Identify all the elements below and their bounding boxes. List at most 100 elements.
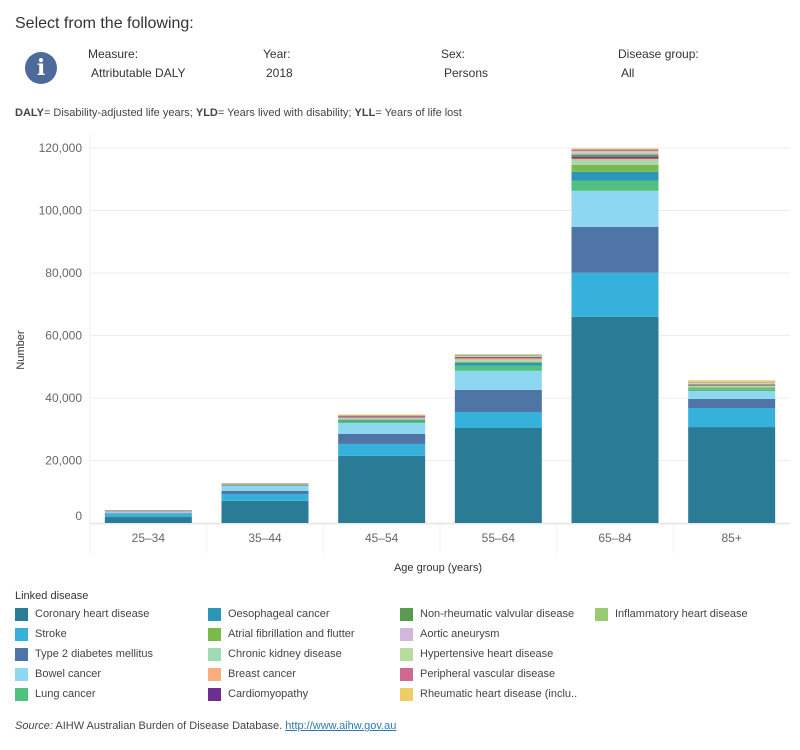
bar-segment[interactable] xyxy=(104,513,192,515)
legend-item[interactable]: Bowel cancer xyxy=(15,664,153,684)
filter-measure[interactable]: Measure: Attributable DALY xyxy=(88,47,186,80)
bar-segment[interactable] xyxy=(688,387,776,390)
bar-segment[interactable] xyxy=(338,415,426,416)
bar-segment[interactable] xyxy=(688,389,776,392)
bar-segment[interactable] xyxy=(571,164,659,172)
bar-segment[interactable] xyxy=(338,421,426,423)
bar-segment[interactable] xyxy=(571,180,659,191)
legend-label: Cardiomyopathy xyxy=(228,688,309,700)
bar-segment[interactable] xyxy=(571,160,659,165)
bar-segment[interactable] xyxy=(571,157,659,159)
bar-segment[interactable] xyxy=(688,386,776,388)
bar-segment[interactable] xyxy=(571,151,659,153)
bar-segment[interactable] xyxy=(571,152,659,155)
bar-segment[interactable] xyxy=(571,272,659,317)
bar-segment[interactable] xyxy=(688,389,776,390)
bar-segment[interactable] xyxy=(338,455,426,523)
bar-segment[interactable] xyxy=(571,149,659,152)
bar-segment[interactable] xyxy=(688,380,776,382)
filter-sex-value[interactable]: Persons xyxy=(441,66,488,80)
bar-segment[interactable] xyxy=(571,226,659,273)
bar-segment[interactable] xyxy=(688,384,776,386)
legend-item[interactable]: Chronic kidney disease xyxy=(208,644,355,664)
legend-item[interactable]: Lung cancer xyxy=(15,684,153,704)
bar-segment[interactable] xyxy=(571,190,659,227)
bar-segment[interactable] xyxy=(338,419,426,421)
legend-item[interactable]: Atrial fibrillation and flutter xyxy=(208,624,355,644)
legend-item[interactable]: Rheumatic heart disease (inclu.. xyxy=(400,684,577,704)
bar-segment[interactable] xyxy=(571,154,659,158)
legend-label: Stroke xyxy=(35,628,67,640)
bar-segment[interactable] xyxy=(454,363,542,366)
filter-measure-value[interactable]: Attributable DALY xyxy=(88,66,186,80)
bar-segment[interactable] xyxy=(104,517,192,523)
filter-disease-group-value[interactable]: All xyxy=(618,66,699,80)
abbr-daly-key: DALY xyxy=(15,107,44,119)
source-text: AIHW Australian Burden of Disease Databa… xyxy=(52,720,286,732)
legend-item[interactable]: Breast cancer xyxy=(208,664,355,684)
legend-item[interactable]: Peripheral vascular disease xyxy=(400,664,577,684)
legend-swatch xyxy=(595,607,608,621)
bar-segment[interactable] xyxy=(688,383,776,385)
bar-segment[interactable] xyxy=(104,510,192,512)
bar-segment[interactable] xyxy=(688,427,776,523)
source-link[interactable]: http://www.aihw.gov.au xyxy=(285,720,396,732)
bar-segment[interactable] xyxy=(221,493,309,501)
bar-segment[interactable] xyxy=(104,512,192,514)
legend-swatch xyxy=(15,687,28,701)
bar-segment[interactable] xyxy=(454,357,542,359)
legend-item[interactable]: Inflammatory heart disease xyxy=(595,604,748,624)
bar-segment[interactable] xyxy=(338,420,426,422)
bar-segment[interactable] xyxy=(221,485,309,491)
bar-segment[interactable] xyxy=(454,360,542,363)
bar-segment[interactable] xyxy=(688,391,776,399)
bar-segment[interactable] xyxy=(338,418,426,420)
bar-segment[interactable] xyxy=(571,316,659,523)
bar-segment[interactable] xyxy=(221,485,309,487)
bar-segment[interactable] xyxy=(221,484,309,485)
bar-segment[interactable] xyxy=(221,483,309,485)
bar-segment[interactable] xyxy=(688,382,776,383)
bar-segment[interactable] xyxy=(688,398,776,408)
legend-item[interactable]: Stroke xyxy=(15,624,153,644)
bar-segment[interactable] xyxy=(338,417,426,419)
legend-item[interactable]: Coronary heart disease xyxy=(15,604,153,624)
bar-segment[interactable] xyxy=(454,356,542,357)
filter-year-value[interactable]: 2018 xyxy=(263,66,293,80)
bar-segment[interactable] xyxy=(571,171,659,181)
filter-disease-group[interactable]: Disease group: All xyxy=(618,47,699,80)
legend-item[interactable]: Non-rheumatic valvular disease xyxy=(400,604,577,624)
bar-segment[interactable] xyxy=(338,414,426,416)
bar-segment[interactable] xyxy=(571,148,659,150)
bar-segment[interactable] xyxy=(454,428,542,523)
legend-item[interactable]: Oesophageal cancer xyxy=(208,604,355,624)
bar-segment[interactable] xyxy=(454,365,542,371)
bar-segment[interactable] xyxy=(104,514,192,518)
filter-year[interactable]: Year: 2018 xyxy=(263,47,293,80)
legend-item[interactable]: Aortic aneurysm xyxy=(400,624,577,644)
y-tick-label: 20,000 xyxy=(45,454,82,468)
bar-segment[interactable] xyxy=(221,490,309,494)
bar-segment[interactable] xyxy=(221,500,309,523)
bar-segment[interactable] xyxy=(454,389,542,413)
bar-segment[interactable] xyxy=(571,158,659,161)
bar-segment[interactable] xyxy=(454,362,542,363)
bar-segment[interactable] xyxy=(688,380,776,383)
bar-segment[interactable] xyxy=(338,443,426,456)
filter-sex[interactable]: Sex: Persons xyxy=(441,47,488,80)
x-tick-label: 55–64 xyxy=(482,531,516,545)
bar-segment[interactable] xyxy=(688,408,776,428)
bar-segment[interactable] xyxy=(688,385,776,386)
bar-segment[interactable] xyxy=(454,358,542,361)
bar-segment[interactable] xyxy=(338,433,426,444)
bar-segment[interactable] xyxy=(454,354,542,355)
legend-item[interactable]: Cardiomyopathy xyxy=(208,684,355,704)
bar-segment[interactable] xyxy=(338,423,426,434)
bar-segment[interactable] xyxy=(454,355,542,357)
bar-segment[interactable] xyxy=(454,356,542,358)
bar-segment[interactable] xyxy=(454,370,542,390)
bar-segment[interactable] xyxy=(454,412,542,428)
legend-item[interactable]: Hypertensive heart disease xyxy=(400,644,577,664)
legend-item[interactable]: Type 2 diabetes mellitus xyxy=(15,644,153,664)
info-icon[interactable]: i xyxy=(25,52,57,84)
